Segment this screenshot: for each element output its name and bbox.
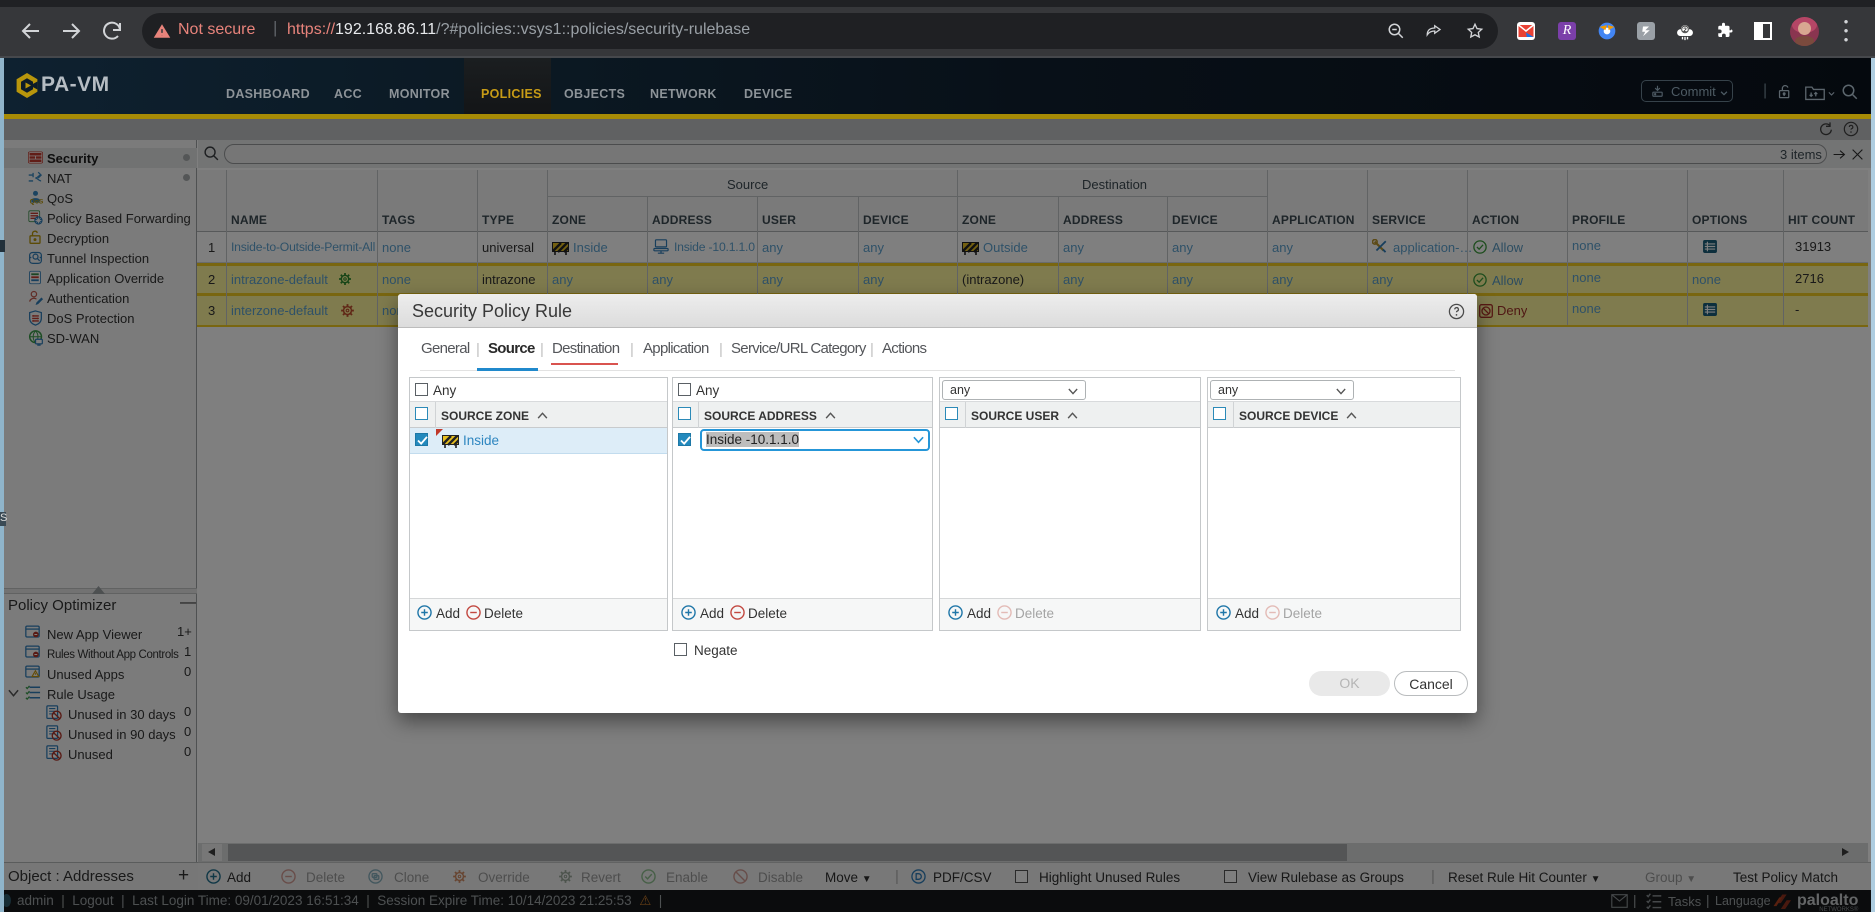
svg-text:2: 2	[1683, 27, 1687, 34]
